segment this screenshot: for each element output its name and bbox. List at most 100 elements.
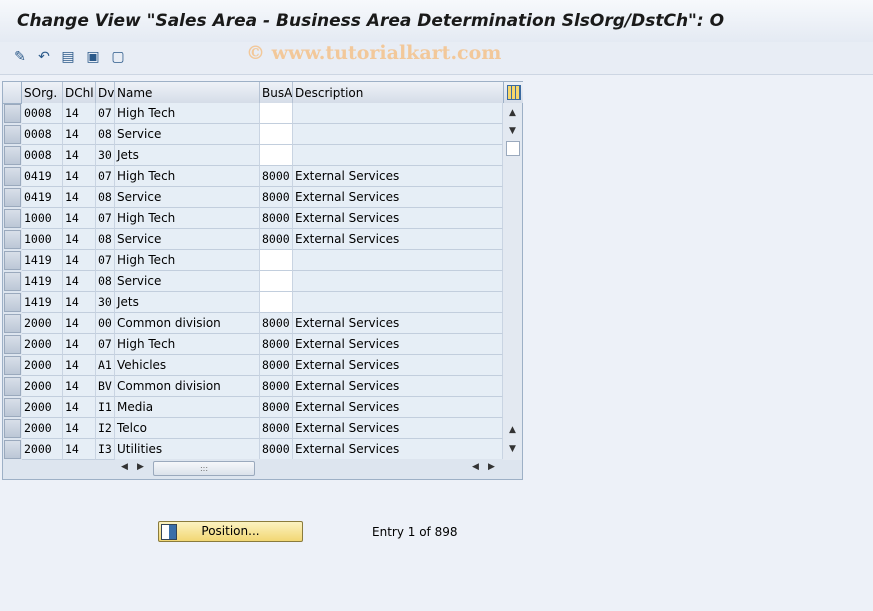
- cell-sorg: 2000: [22, 418, 63, 439]
- row-selector[interactable]: [4, 188, 21, 207]
- row-selector[interactable]: [4, 356, 21, 375]
- cell-busa[interactable]: 8000: [260, 166, 293, 187]
- row-selector[interactable]: [4, 398, 21, 417]
- position-button[interactable]: Position...: [158, 521, 303, 542]
- cell-dv: 00: [96, 313, 115, 334]
- cell-desc: External Services: [293, 376, 503, 397]
- cell-name: Service: [115, 271, 260, 292]
- cell-busa[interactable]: 8000: [260, 418, 293, 439]
- cell-dv: 30: [96, 292, 115, 313]
- cell-name: Common division: [115, 376, 260, 397]
- cell-dv: I2: [96, 418, 115, 439]
- cell-busa[interactable]: [260, 103, 293, 124]
- table-row: 2000 14 BV Common division 8000 External Serv…: [3, 376, 503, 397]
- cell-name: Jets: [115, 145, 260, 166]
- cell-busa[interactable]: 8000: [260, 397, 293, 418]
- cell-sorg: 0008: [22, 145, 63, 166]
- table-row: 1000 14 07 High Tech 8000 External Services: [3, 208, 503, 229]
- row-selector[interactable]: [4, 167, 21, 186]
- cell-sorg: 2000: [22, 397, 63, 418]
- vertical-scrollbar[interactable]: ▲ ▼ ▲ ▼: [503, 103, 522, 460]
- row-selector[interactable]: [4, 104, 21, 123]
- row-selector[interactable]: [4, 251, 21, 270]
- cell-dv: 07: [96, 250, 115, 271]
- column-header-name[interactable]: Name: [115, 82, 260, 103]
- table-row: 0008 14 07 High Tech: [3, 103, 503, 124]
- cell-busa[interactable]: 8000: [260, 229, 293, 250]
- row-selector[interactable]: [4, 377, 21, 396]
- scroll-left-end-icon[interactable]: ◀: [470, 462, 481, 473]
- cell-dv: 30: [96, 145, 115, 166]
- row-selector[interactable]: [4, 146, 21, 165]
- column-header-description[interactable]: Description: [293, 82, 503, 103]
- scroll-right-end-icon[interactable]: ▶: [486, 462, 497, 473]
- table-row: 0419 14 07 High Tech 8000 External Services: [3, 166, 503, 187]
- undo-icon[interactable]: ↶: [35, 48, 53, 66]
- cell-busa[interactable]: [260, 250, 293, 271]
- cell-busa[interactable]: [260, 292, 293, 313]
- column-header-busa[interactable]: BusA: [260, 82, 293, 103]
- horizontal-scrollbar[interactable]: ◀ ▶ ::: ◀ ▶: [115, 459, 503, 477]
- entry-counter: Entry 1 of 898: [372, 525, 458, 539]
- cell-busa[interactable]: 8000: [260, 208, 293, 229]
- cell-busa[interactable]: 8000: [260, 439, 293, 460]
- row-selector[interactable]: [4, 440, 21, 459]
- scroll-up-icon[interactable]: ▲: [507, 108, 518, 119]
- scroll-right-icon[interactable]: ▶: [135, 462, 146, 473]
- vertical-scroll-thumb[interactable]: [506, 141, 520, 156]
- row-selector[interactable]: [4, 230, 21, 249]
- column-header-dchl[interactable]: DChl: [63, 82, 96, 103]
- cell-busa[interactable]: [260, 271, 293, 292]
- row-selector[interactable]: [4, 209, 21, 228]
- row-selector[interactable]: [4, 335, 21, 354]
- row-selector[interactable]: [4, 314, 21, 333]
- cell-name: Common division: [115, 313, 260, 334]
- scroll-left-icon[interactable]: ◀: [119, 462, 130, 473]
- display-change-icon[interactable]: ✎: [11, 48, 29, 66]
- column-header-sorg[interactable]: SOrg.: [22, 82, 63, 103]
- cell-name: High Tech: [115, 103, 260, 124]
- row-selector[interactable]: [4, 293, 21, 312]
- cell-dchl: 14: [63, 250, 96, 271]
- table-control: SOrg. DChl Dv Name BusA Description 0008…: [2, 81, 523, 480]
- cell-sorg: 1000: [22, 208, 63, 229]
- cell-dv: I3: [96, 439, 115, 460]
- cell-sorg: 0419: [22, 187, 63, 208]
- cell-desc: [293, 250, 503, 271]
- cell-busa[interactable]: 8000: [260, 355, 293, 376]
- cell-desc: External Services: [293, 313, 503, 334]
- row-selector[interactable]: [4, 125, 21, 144]
- table-settings-icon[interactable]: [503, 82, 523, 103]
- row-selector[interactable]: [4, 419, 21, 438]
- cell-sorg: 0419: [22, 166, 63, 187]
- scroll-page-up-icon[interactable]: ▲: [507, 425, 518, 436]
- horizontal-scroll-thumb[interactable]: :::: [153, 461, 255, 476]
- cell-dchl: 14: [63, 376, 96, 397]
- cell-busa[interactable]: [260, 145, 293, 166]
- cell-name: High Tech: [115, 166, 260, 187]
- cell-dv: 08: [96, 229, 115, 250]
- table-row: 1419 14 08 Service: [3, 271, 503, 292]
- cell-busa[interactable]: 8000: [260, 334, 293, 355]
- cell-busa[interactable]: 8000: [260, 313, 293, 334]
- cell-sorg: 1419: [22, 250, 63, 271]
- scroll-page-down-icon[interactable]: ▼: [507, 444, 518, 455]
- row-selector[interactable]: [4, 272, 21, 291]
- cell-dchl: 14: [63, 166, 96, 187]
- cell-name: Service: [115, 229, 260, 250]
- select-all-column-header[interactable]: [3, 82, 22, 103]
- column-header-dv[interactable]: Dv: [96, 82, 115, 103]
- table-row: 1000 14 08 Service 8000 External Services: [3, 229, 503, 250]
- cell-busa[interactable]: 8000: [260, 376, 293, 397]
- cell-dv: 07: [96, 208, 115, 229]
- cell-busa[interactable]: [260, 124, 293, 145]
- select-all-icon[interactable]: ▤: [59, 48, 77, 66]
- deselect-all-icon[interactable]: ▢: [109, 48, 127, 66]
- cell-desc: External Services: [293, 418, 503, 439]
- select-block-icon[interactable]: ▣: [84, 48, 102, 66]
- cell-desc: External Services: [293, 187, 503, 208]
- cell-name: Vehicles: [115, 355, 260, 376]
- cell-busa[interactable]: 8000: [260, 187, 293, 208]
- position-button-label: Position...: [201, 524, 260, 538]
- scroll-down-icon[interactable]: ▼: [507, 126, 518, 137]
